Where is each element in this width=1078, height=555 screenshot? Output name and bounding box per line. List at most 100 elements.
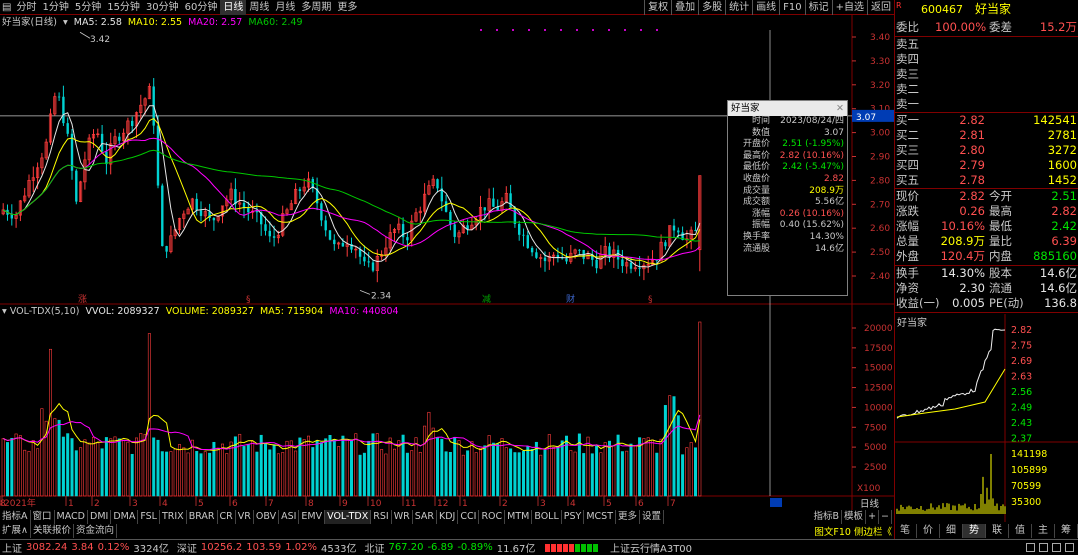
indicator-tab-21[interactable]: BOLL: [532, 510, 562, 524]
bz-label[interactable]: 北证: [364, 540, 384, 555]
panel-tab-3[interactable]: 势: [963, 524, 986, 538]
panel-tab-0[interactable]: 笔: [894, 524, 917, 538]
toolbar-action-1[interactable]: 叠加: [671, 0, 698, 15]
sell-level-1[interactable]: 卖一: [895, 97, 1078, 112]
panel-tab-7[interactable]: 筹: [1055, 524, 1078, 538]
indicator-tab-6[interactable]: TRIX: [160, 510, 187, 524]
close-icon[interactable]: ✕: [836, 101, 847, 116]
toolbar-action-0[interactable]: 复权: [644, 0, 671, 15]
event-mark[interactable]: 财: [566, 293, 575, 305]
period-tab-5[interactable]: 60分钟: [182, 0, 221, 15]
indicator-tab-11[interactable]: ASI: [279, 510, 300, 524]
indicator-tab-2[interactable]: MACD: [55, 510, 88, 524]
period-tab-7[interactable]: 周线: [246, 0, 272, 15]
panel-tab-5[interactable]: 值: [1009, 524, 1032, 538]
table-icon[interactable]: [1039, 543, 1048, 552]
info-dot[interactable]: [576, 29, 578, 31]
info-dot[interactable]: [480, 29, 482, 31]
indicator-tab-14[interactable]: RSI: [371, 510, 392, 524]
period-tab-8[interactable]: 月线: [272, 0, 298, 15]
menu-icon[interactable]: ▤: [0, 0, 13, 15]
indicator-right-3[interactable]: −: [879, 510, 892, 524]
info-dot[interactable]: [496, 29, 498, 31]
indicator-tab-17[interactable]: KDJ: [437, 510, 459, 524]
indicator-tab-25[interactable]: 设置: [640, 510, 665, 524]
extension-tab-0[interactable]: 扩展∧: [0, 524, 31, 538]
info-dot[interactable]: [624, 29, 626, 31]
sell-level-5[interactable]: 卖五: [895, 37, 1078, 52]
panel-tab-2[interactable]: 细: [940, 524, 963, 538]
period-tab-4[interactable]: 30分钟: [143, 0, 182, 15]
period-tab-9[interactable]: 多周期: [298, 0, 334, 15]
period-tab-6[interactable]: 日线: [220, 0, 247, 15]
buy-level-5[interactable]: 买五 2.78 1452: [895, 173, 1078, 188]
indicator-tab-12[interactable]: EMV: [299, 510, 326, 524]
period-tab-1[interactable]: 1分钟: [39, 0, 71, 15]
indicator-tab-5[interactable]: FSL: [138, 510, 160, 524]
sidebar-toggle[interactable]: 图文F10 侧边栏《: [814, 524, 892, 538]
toolbar-action-6[interactable]: 标记: [804, 0, 832, 15]
indicator-tab-9[interactable]: VR: [236, 510, 254, 524]
info-dot[interactable]: [592, 29, 594, 31]
period-tab-2[interactable]: 5分钟: [72, 0, 104, 15]
buy-level-2[interactable]: 买二 2.81 2781: [895, 128, 1078, 143]
indicator-tab-19[interactable]: ROC: [479, 510, 506, 524]
toolbar-action-5[interactable]: F10: [779, 0, 804, 15]
buy-level-4[interactable]: 买四 2.79 1600: [895, 158, 1078, 173]
period-tab-10[interactable]: 更多: [334, 0, 360, 15]
sell-level-3[interactable]: 卖三: [895, 67, 1078, 82]
indicator-tab-4[interactable]: DMA: [111, 510, 139, 524]
period-tab-3[interactable]: 15分钟: [104, 0, 143, 15]
toolbar-action-3[interactable]: 统计: [725, 0, 752, 15]
dropdown-icon[interactable]: ▾: [2, 306, 7, 317]
indicator-tab-7[interactable]: BRAR: [187, 510, 218, 524]
indicator-right-2[interactable]: +: [866, 510, 880, 524]
indicator-tab-16[interactable]: SAR: [413, 510, 437, 524]
info-dot[interactable]: [656, 29, 658, 31]
extension-tab-1[interactable]: 关联报价: [31, 524, 74, 538]
panel-tab-6[interactable]: 主: [1032, 524, 1055, 538]
indicator-tab-22[interactable]: PSY: [562, 510, 585, 524]
toolbar-action-4[interactable]: 画线: [752, 0, 779, 15]
indicator-tab-13[interactable]: VOL-TDX: [325, 510, 372, 524]
info-dot[interactable]: [640, 29, 642, 31]
indicator-tab-10[interactable]: OBV: [254, 510, 280, 524]
event-mark[interactable]: 涨: [78, 294, 87, 305]
settings-icon[interactable]: [1065, 543, 1074, 552]
extension-tab-2[interactable]: 资金流向: [74, 524, 117, 538]
sell-level-2[interactable]: 卖二: [895, 82, 1078, 97]
buy-level-1[interactable]: 买一 2.82 142541: [895, 113, 1078, 128]
indicator-right-0[interactable]: 指标B: [812, 510, 843, 524]
info-dot[interactable]: [544, 29, 546, 31]
indicator-tab-24[interactable]: 更多: [616, 510, 641, 524]
dropdown-icon[interactable]: ▾: [63, 17, 68, 28]
indicator-tab-3[interactable]: DMI: [88, 510, 112, 524]
indicator-tab-20[interactable]: MTM: [505, 510, 533, 524]
toolbar-action-2[interactable]: 多股: [698, 0, 725, 15]
indicator-tab-1[interactable]: 窗口: [31, 510, 55, 524]
grid-icon[interactable]: [1026, 543, 1035, 552]
info-dot[interactable]: [608, 29, 610, 31]
sh-label[interactable]: 上证: [2, 540, 22, 555]
sell-level-4[interactable]: 卖四: [895, 52, 1078, 67]
toolbar-action-8[interactable]: 返回: [867, 0, 894, 15]
info-dot[interactable]: [528, 29, 530, 31]
panel-tab-1[interactable]: 价: [917, 524, 940, 538]
panel-tab-4[interactable]: 联: [986, 524, 1009, 538]
indicator-tab-8[interactable]: CR: [218, 510, 236, 524]
indicator-tab-23[interactable]: MCST: [584, 510, 617, 524]
window-controls[interactable]: [1026, 543, 1074, 552]
timeframe-label[interactable]: 日线: [860, 498, 880, 510]
indicator-tab-0[interactable]: 指标A: [0, 510, 31, 524]
sz-label[interactable]: 深证: [177, 540, 197, 555]
buy-level-3[interactable]: 买三 2.80 3272: [895, 143, 1078, 158]
event-mark[interactable]: 减: [482, 293, 491, 305]
period-tab-0[interactable]: 分时: [13, 0, 39, 15]
expand-icon[interactable]: [1052, 543, 1061, 552]
indicator-right-1[interactable]: 模板: [842, 510, 867, 524]
info-dot[interactable]: [512, 29, 514, 31]
intraday-mini-chart[interactable]: 好当家 2.82 2.75 2.69 2.63 2.56 2.49 2.43 2.37 14119…: [895, 314, 1078, 522]
event-mark[interactable]: §: [648, 295, 653, 305]
indicator-tab-18[interactable]: CCI: [458, 510, 480, 524]
indicator-tab-15[interactable]: WR: [392, 510, 413, 524]
